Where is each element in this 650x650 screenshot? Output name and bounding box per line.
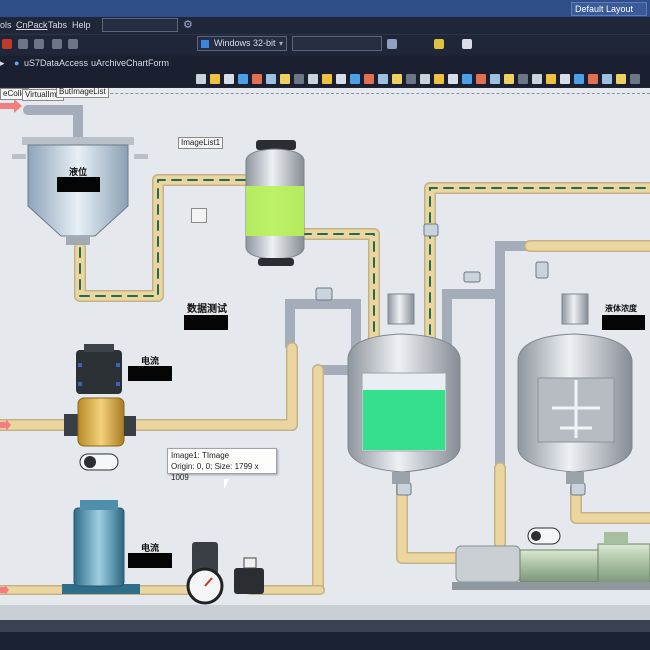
modified-dot-icon: ● [14, 58, 20, 68]
palette-component-icon[interactable] [266, 74, 276, 84]
layout-selector[interactable]: Default Layout [571, 2, 647, 16]
current-value-1 [128, 366, 172, 381]
palette-component-icon[interactable] [462, 74, 472, 84]
palette-component-icon[interactable] [518, 74, 528, 84]
palette-component-icon[interactable] [350, 74, 360, 84]
palette-component-icon[interactable] [448, 74, 458, 84]
flag-icon[interactable] [387, 39, 397, 49]
level-label: 液位 [69, 168, 88, 178]
menu-tabs[interactable]: Tabs [48, 20, 67, 30]
platform-label: Windows 32-bit [214, 38, 276, 48]
data-test-label: 数据测试 [187, 304, 227, 315]
chevron-down-icon: ▾ [278, 39, 283, 48]
palette-component-icon[interactable] [224, 74, 234, 84]
toggle-widget [79, 453, 119, 471]
process-diagram [0, 99, 650, 605]
pause-icon[interactable] [18, 39, 28, 49]
image-list-icon[interactable] [191, 208, 207, 223]
data-test-value [184, 315, 228, 330]
title-bar: Default Layout [0, 0, 650, 17]
palette-component-icon[interactable] [196, 74, 206, 84]
level-value [57, 177, 100, 192]
form-bottom-edge [0, 605, 650, 620]
palette-component-icon[interactable] [406, 74, 416, 84]
menu-help[interactable]: Help [72, 20, 91, 30]
palette-component-icon[interactable] [490, 74, 500, 84]
pump-brass [64, 344, 136, 447]
platform-select[interactable]: Windows 32-bit ▾ [197, 36, 287, 51]
palette-component-icon[interactable] [364, 74, 374, 84]
palette-component-icon[interactable] [308, 74, 318, 84]
palette-component-icon[interactable] [378, 74, 388, 84]
current-value-2 [128, 553, 172, 568]
palette-component-icon[interactable] [336, 74, 346, 84]
stop-square-icon[interactable] [34, 39, 44, 49]
palette-component-icon[interactable] [532, 74, 542, 84]
palette-component-icon[interactable] [602, 74, 612, 84]
palette-component-icon[interactable] [574, 74, 584, 84]
menu-cnpack[interactable]: CnPack [16, 20, 48, 30]
menu-bar: ols CnPack Tabs Help [0, 17, 650, 34]
gear-icon[interactable]: ⚙ [183, 18, 197, 32]
forward-arrow-icon[interactable] [462, 39, 472, 49]
concentration-value [602, 315, 645, 330]
config-select[interactable] [292, 36, 382, 51]
windows-icon [201, 40, 209, 48]
palette-component-icon[interactable] [322, 74, 332, 84]
palette-component-icon[interactable] [476, 74, 486, 84]
palette-component-icon[interactable] [210, 74, 220, 84]
menu-tools[interactable]: ols [0, 20, 12, 30]
palette-component-icon[interactable] [434, 74, 444, 84]
tab-us7dataaccess[interactable]: uS7DataAccess [24, 58, 88, 68]
design-canvas[interactable]: 液位 数据测试 电流 电流 液体浓度 eColle VirtualIma But… [0, 88, 650, 605]
palette-component-icon[interactable] [588, 74, 598, 84]
step-icon[interactable] [52, 39, 62, 49]
palette-component-icon[interactable] [630, 74, 640, 84]
button-image-list-component[interactable]: ButImageList [56, 88, 109, 98]
component-palette [0, 72, 650, 87]
palette-component-icon[interactable] [546, 74, 556, 84]
palette-component-icon[interactable] [504, 74, 514, 84]
ide-window: Default Layout ols CnPack Tabs Help ⚙ Wi… [0, 0, 650, 650]
stop-icon[interactable] [2, 39, 12, 49]
motor-blue [62, 500, 140, 594]
tooltip-title: Image1: TImage [171, 451, 230, 460]
image-list1-caption[interactable]: ImageList1 [178, 137, 224, 149]
pump-horizontal [452, 527, 650, 590]
palette-component-icon[interactable] [392, 74, 402, 84]
selection-handle[interactable] [78, 363, 82, 367]
concentration-label: 液体浓度 [605, 304, 637, 313]
step-over-icon[interactable] [68, 39, 78, 49]
editor-tabs: ▸ ● uS7DataAccess uArchiveChartForm [0, 56, 650, 72]
hint-tooltip: Image1: TImage Origin: 0, 0; Size: 1799 … [167, 448, 277, 482]
palette-component-icon[interactable] [560, 74, 570, 84]
palette-component-icon[interactable] [616, 74, 626, 84]
palette-component-icon[interactable] [238, 74, 248, 84]
palette-component-icon[interactable] [280, 74, 290, 84]
scroll-track[interactable] [0, 620, 650, 632]
selection-handle[interactable] [78, 382, 82, 386]
inlet-arrow-top [0, 99, 22, 113]
tooltip-detail: Origin: 0, 0; Size: 1799 x 1009 [171, 462, 259, 482]
back-arrow-icon[interactable] [434, 39, 444, 49]
mouse-pointer-icon [224, 479, 234, 489]
tab-uarchivechartform[interactable]: uArchiveChartForm [91, 58, 169, 68]
selection-handle[interactable] [116, 363, 120, 367]
pressure-gauge [186, 542, 264, 605]
bottom-panel [0, 605, 650, 650]
tab-menu-icon[interactable]: ▸ [0, 58, 5, 69]
lime-tank [245, 140, 305, 266]
palette-component-icon[interactable] [252, 74, 262, 84]
palette-component-icon[interactable] [294, 74, 304, 84]
palette-component-icon[interactable] [420, 74, 430, 84]
search-combo[interactable] [102, 18, 178, 32]
selection-handle[interactable] [116, 382, 120, 386]
